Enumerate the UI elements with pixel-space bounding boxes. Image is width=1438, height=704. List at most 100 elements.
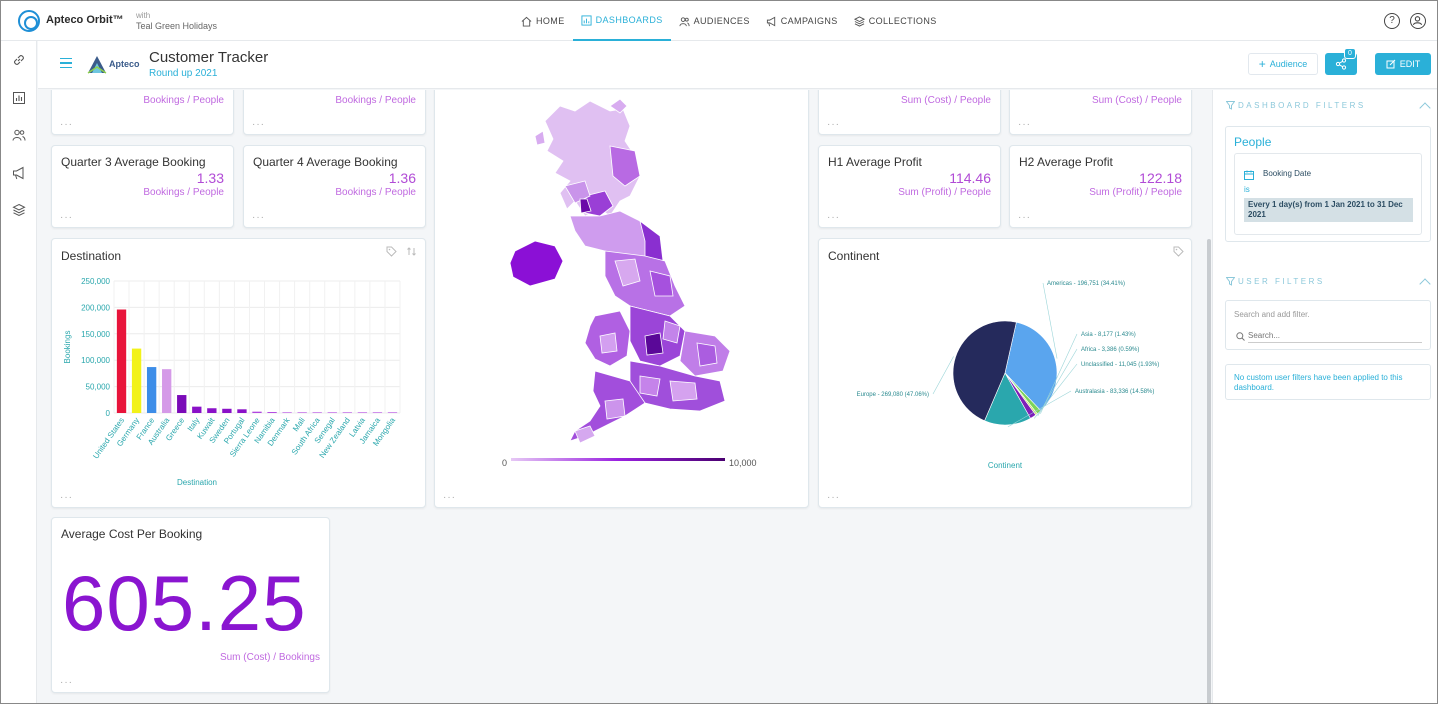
collapse-chevron-icon[interactable] (1419, 278, 1431, 290)
bar[interactable] (327, 412, 337, 413)
chart-title: Continent (828, 249, 880, 263)
pie-slice-label: Americas - 196,751 (34.41%) (1047, 281, 1125, 287)
chart-icon[interactable] (12, 91, 26, 105)
bar[interactable] (116, 309, 127, 413)
kpi-title: Quarter 4 Average Booking (253, 155, 398, 169)
kpi-subtitle: Bookings / People (335, 95, 416, 106)
bar[interactable] (237, 409, 247, 413)
nav-home[interactable]: HOME (513, 1, 573, 41)
bar[interactable] (162, 369, 172, 413)
uk-map-card[interactable]: 0 10,000 ··· (434, 90, 809, 508)
kpi-value: 114.46 (949, 170, 991, 186)
dashboard-scrollbar[interactable] (1207, 239, 1211, 703)
card-menu-icon[interactable]: ··· (827, 212, 840, 223)
pie-slice-label: Asia - 8,177 (1.43%) (1081, 332, 1136, 338)
bar[interactable] (387, 412, 398, 413)
bar[interactable] (357, 412, 368, 413)
kpi-value: 1.33 (196, 170, 224, 186)
kpi-card-h1-profit[interactable]: H1 Average Profit 114.46 Sum (Profit) / … (818, 145, 1001, 228)
card-menu-icon[interactable]: ··· (60, 119, 73, 130)
bar[interactable] (146, 367, 157, 413)
kpi-value: 1.36 (388, 170, 416, 186)
search-hint: Search and add filter. (1234, 310, 1310, 319)
people-icon[interactable] (12, 128, 26, 142)
tag-icon[interactable] (386, 246, 397, 257)
filter-panel: DASHBOARD FILTERS People Booking Date is… (1212, 90, 1437, 703)
nav-home-label: HOME (536, 16, 565, 26)
apteco-logo-text: Apteco (109, 59, 140, 69)
card-menu-icon[interactable]: ··· (1018, 212, 1031, 223)
kpi-subtitle: Bookings / People (143, 187, 224, 198)
uk-choropleth-map[interactable] (435, 90, 808, 461)
nav-collections-label: COLLECTIONS (868, 16, 937, 26)
nav-dashboards[interactable]: DASHBOARDS (572, 1, 671, 41)
collapse-chevron-icon[interactable] (1419, 102, 1431, 114)
orbit-logo-icon[interactable] (18, 10, 40, 32)
bar[interactable] (177, 395, 187, 413)
with-label: with (136, 11, 151, 20)
nav-campaigns[interactable]: CAMPAIGNS (758, 1, 846, 41)
card-menu-icon[interactable]: ··· (252, 119, 265, 130)
layers-icon[interactable] (12, 203, 26, 217)
bar[interactable] (252, 411, 262, 413)
dashboard-icon (581, 14, 592, 26)
kpi-card-q3[interactable]: Quarter 3 Average Booking 1.33 Bookings … (51, 145, 234, 228)
card-menu-icon[interactable]: ··· (60, 677, 73, 688)
user-filter-search-input[interactable] (1248, 328, 1422, 343)
nav-dashboards-label: DASHBOARDS (595, 15, 663, 25)
bar[interactable] (207, 408, 217, 413)
kpi-card-h2-profit[interactable]: H2 Average Profit 122.18 Sum (Profit) / … (1009, 145, 1192, 228)
pie-slice-label: Africa - 3,386 (0.59%) (1081, 347, 1139, 353)
add-audience-button[interactable]: + Audience (1248, 53, 1318, 75)
people-filter-group: People Booking Date is Every 1 day(s) fr… (1225, 126, 1431, 242)
destination-chart-card[interactable]: Destination 0 50,000 100,000 150,000 200,000… (51, 238, 426, 508)
bar[interactable] (222, 408, 232, 413)
kpi-card-top-left-1[interactable]: Bookings / People ··· (51, 90, 234, 135)
card-menu-icon[interactable]: ··· (827, 119, 840, 130)
bar[interactable] (297, 412, 307, 413)
no-user-filters-text: No custom user filters have been applied… (1234, 373, 1403, 392)
card-menu-icon[interactable]: ··· (1018, 119, 1031, 130)
bar[interactable] (372, 412, 383, 413)
bar[interactable] (267, 412, 277, 413)
continent-chart-card[interactable]: Continent Americas - 196,751 (34.41%) Asi… (818, 238, 1192, 508)
bar[interactable] (342, 412, 352, 413)
booking-date-filter[interactable]: Booking Date is Every 1 day(s) from 1 Ja… (1234, 153, 1422, 235)
card-menu-icon[interactable]: ··· (60, 212, 73, 223)
help-icon[interactable]: ? (1384, 13, 1400, 29)
edit-button[interactable]: EDIT (1375, 53, 1431, 75)
nav-audiences[interactable]: AUDIENCES (671, 1, 758, 41)
kpi-card-top-right-2[interactable]: Sum (Cost) / People ··· (1009, 90, 1192, 135)
link-icon[interactable] (12, 53, 26, 67)
kpi-title: Average Cost Per Booking (61, 527, 203, 541)
app-frame: Apteco Orbit™ with Teal Green Holidays H… (0, 0, 1438, 704)
kpi-title: H2 Average Profit (1019, 155, 1113, 169)
kpi-card-q4[interactable]: Quarter 4 Average Booking 1.36 Bookings … (243, 145, 426, 228)
megaphone-icon[interactable] (12, 166, 26, 180)
share-button[interactable]: 0 (1325, 48, 1357, 75)
card-menu-icon[interactable]: ··· (827, 492, 840, 503)
menu-icon[interactable] (60, 58, 72, 68)
tag-icon[interactable] (1173, 246, 1184, 257)
card-menu-icon[interactable]: ··· (443, 492, 456, 503)
kpi-card-top-right-1[interactable]: Sum (Cost) / People ··· (818, 90, 1001, 135)
kpi-subtitle: Sum (Cost) / People (1091, 95, 1182, 106)
bar[interactable] (192, 406, 202, 413)
bar[interactable] (312, 412, 322, 413)
page-subtitle: Round up 2021 (149, 68, 218, 79)
sort-icon[interactable] (406, 246, 417, 257)
user-account-icon[interactable] (1410, 13, 1426, 29)
app-brand[interactable]: Apteco Orbit™ (46, 14, 124, 26)
nav-collections[interactable]: COLLECTIONS (846, 1, 945, 41)
card-menu-icon[interactable]: ··· (60, 492, 73, 503)
home-icon (521, 16, 532, 27)
dashboard-filters-header: DASHBOARD FILTERS (1238, 101, 1366, 110)
card-menu-icon[interactable]: ··· (252, 212, 265, 223)
calendar-icon (1244, 170, 1254, 180)
bar[interactable] (282, 412, 292, 413)
kpi-card-avg-cost[interactable]: Average Cost Per Booking 605.25 Sum (Cos… (51, 517, 330, 693)
top-bar: Apteco Orbit™ with Teal Green Holidays H… (1, 1, 1437, 41)
bar[interactable] (131, 348, 142, 413)
user-filters-header: USER FILTERS (1238, 277, 1325, 286)
kpi-card-top-left-2[interactable]: Bookings / People ··· (243, 90, 426, 135)
